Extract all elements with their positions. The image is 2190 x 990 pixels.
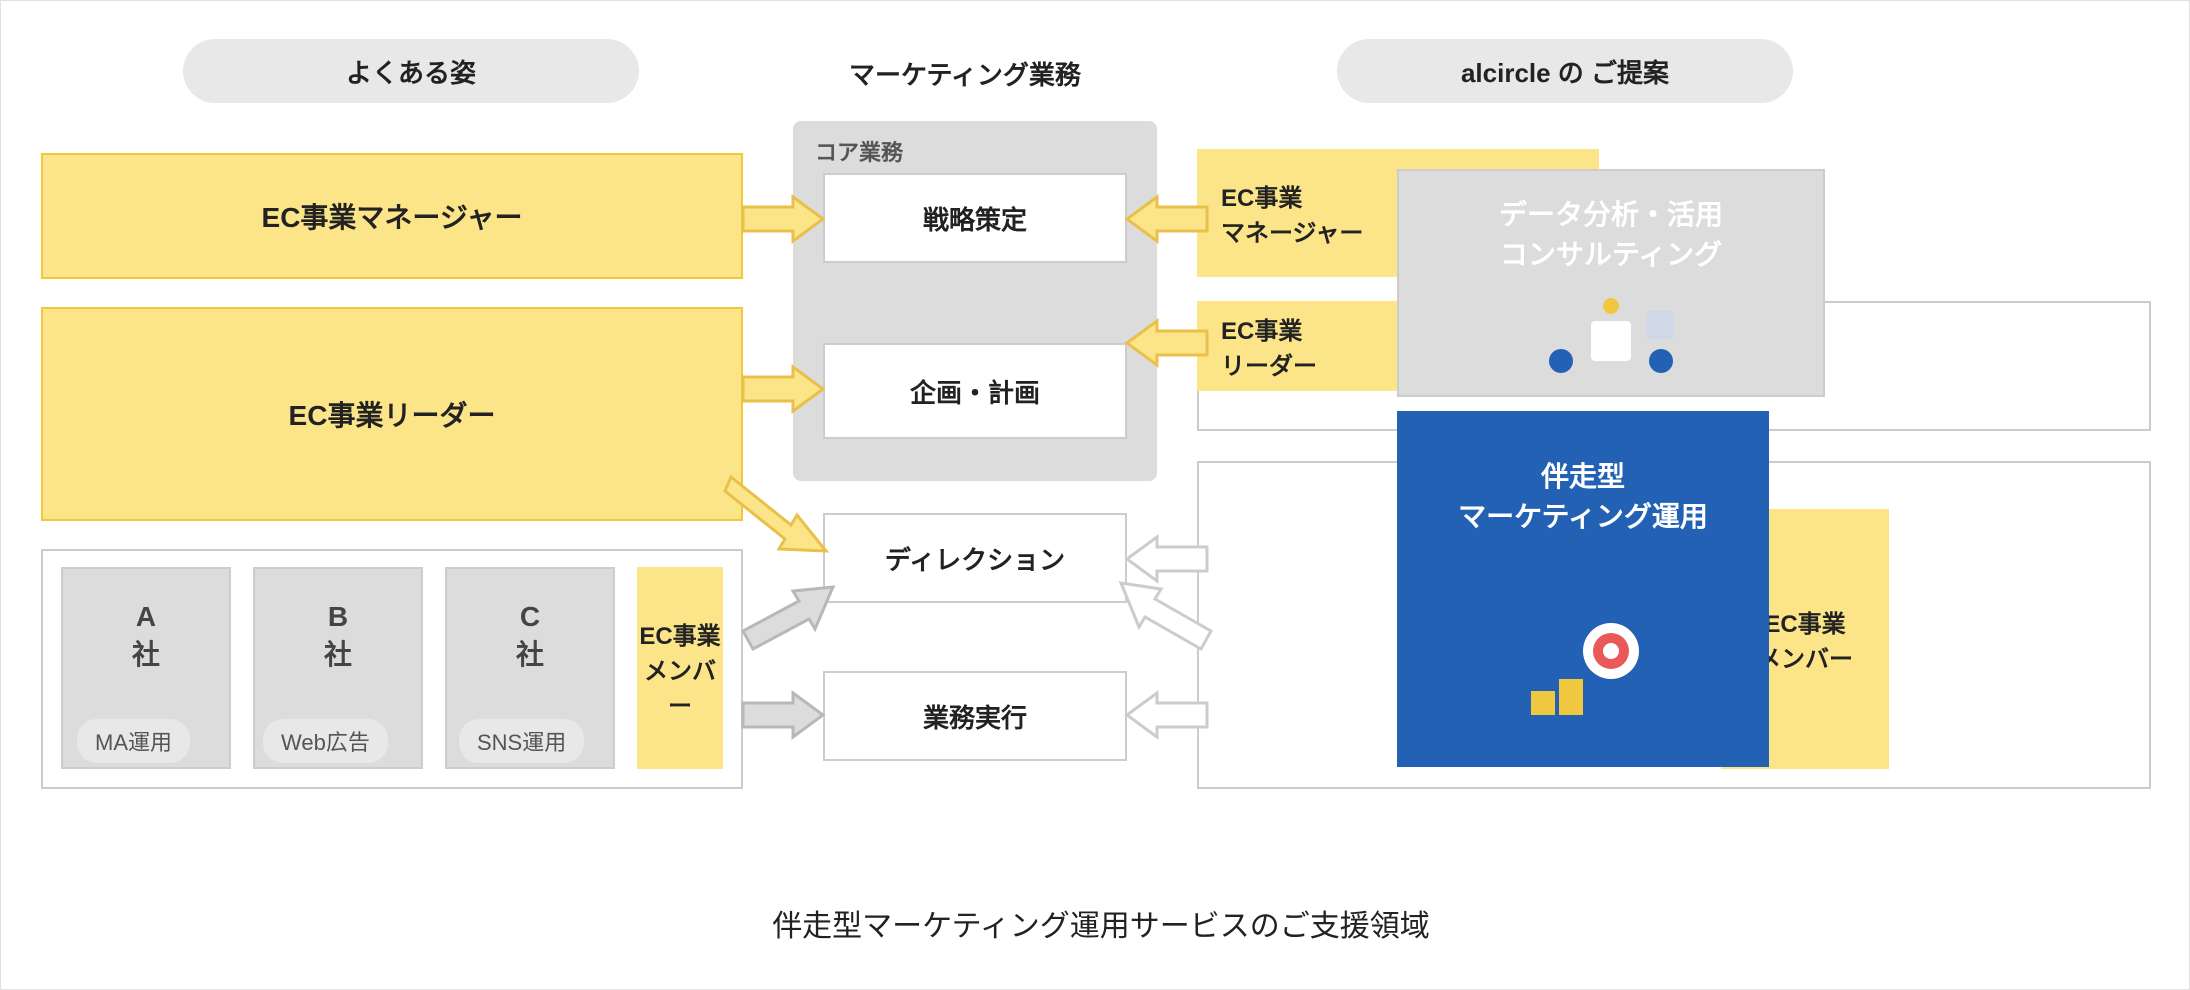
arrow-right-to-direction-diag	[1121, 583, 1211, 647]
header-right-pill: alcircle の ご提案	[1337, 39, 1793, 103]
center-box-direction: ディレクション	[823, 513, 1127, 603]
marketing-illustration-icon	[1501, 611, 1661, 731]
arrow-left-member-to-direction	[743, 587, 833, 647]
company-b-tag: Web広告	[263, 719, 388, 763]
consulting-illustration-icon	[1531, 291, 1691, 391]
arrow-left-manager-to-strategy	[743, 197, 823, 241]
arrow-right-manager-to-strategy	[1127, 197, 1207, 241]
center-box-strategy: 戦略策定	[823, 173, 1127, 263]
arrow-right-to-direction	[1127, 537, 1207, 581]
footer-caption: 伴走型マーケティング運用サービスのご支援領域	[701, 901, 1501, 945]
left-member-box: EC事業 メンバー	[637, 567, 723, 769]
gray-panel-text: データ分析・活用 コンサルティング	[1499, 193, 1723, 273]
left-manager-box: EC事業マネージャー	[41, 153, 743, 279]
center-box-exec: 業務実行	[823, 671, 1127, 761]
arrow-left-leader-to-direction	[731, 477, 831, 557]
arrow-right-leader-to-plan	[1127, 321, 1207, 365]
blue-panel-text: 伴走型 マーケティング運用	[1458, 455, 1708, 535]
center-box-plan: 企画・計画	[823, 343, 1127, 439]
header-center: マーケティング業務	[849, 55, 1081, 92]
core-panel-label: コア業務	[815, 135, 903, 167]
company-a-tag: MA運用	[77, 719, 190, 763]
arrow-left-member-to-exec	[743, 693, 823, 737]
left-leader-box: EC事業リーダー	[41, 307, 743, 521]
company-c-tag: SNS運用	[459, 719, 584, 763]
header-left-pill: よくある姿	[183, 39, 639, 103]
arrow-left-leader-to-plan	[743, 367, 823, 411]
arrow-right-to-exec	[1127, 693, 1207, 737]
